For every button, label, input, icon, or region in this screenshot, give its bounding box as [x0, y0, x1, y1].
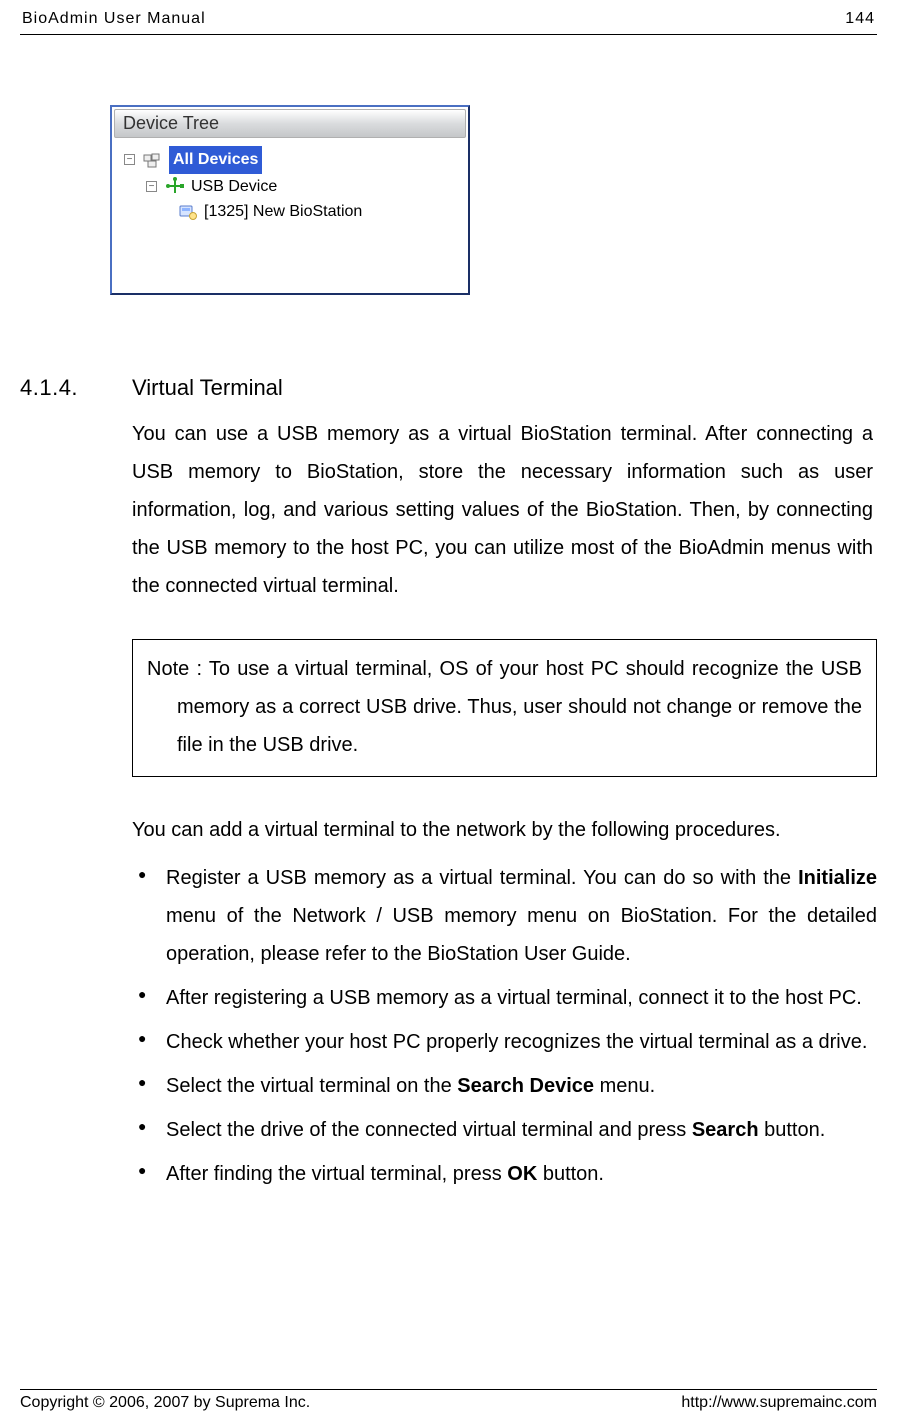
- tree-root-label: All Devices: [169, 146, 262, 174]
- page-number: 144: [845, 10, 875, 28]
- section-heading-row: 4.1.4. Virtual Terminal: [20, 375, 877, 401]
- page-footer: Copyright © 2006, 2007 by Suprema Inc. h…: [20, 1389, 877, 1412]
- procedures-lead: You can add a virtual terminal to the ne…: [132, 811, 873, 849]
- bullet-text: button.: [537, 1163, 604, 1185]
- bullet-text: After registering a USB memory as a virt…: [166, 987, 862, 1009]
- bullet-bold: Search Device: [457, 1075, 594, 1097]
- bullet-bold: Initialize: [798, 867, 877, 889]
- tree-leaf-label: [1325] New BioStation: [204, 199, 362, 225]
- section-intro: You can use a USB memory as a virtual Bi…: [132, 415, 873, 605]
- device-tree-panel: Device Tree − All Devices −: [110, 105, 470, 295]
- tree-root-row[interactable]: − All Devices: [124, 146, 462, 174]
- minus-icon[interactable]: −: [146, 181, 157, 192]
- bullet-bold: Search: [692, 1119, 759, 1141]
- footer-divider: [20, 1389, 877, 1390]
- usb-device-icon: [165, 177, 185, 195]
- section-number: 4.1.4.: [20, 375, 90, 401]
- bullet-text: menu of the Network / USB memory menu on…: [166, 905, 877, 965]
- list-item: Check whether your host PC properly reco…: [132, 1023, 877, 1061]
- minus-icon[interactable]: −: [124, 154, 135, 165]
- tree-usb-label: USB Device: [191, 174, 277, 200]
- footer-copyright: Copyright © 2006, 2007 by Suprema Inc.: [20, 1394, 310, 1412]
- tree-usb-row[interactable]: − USB Device: [124, 174, 462, 200]
- bullet-bold: OK: [507, 1163, 537, 1185]
- section-title: Virtual Terminal: [132, 375, 283, 401]
- bullet-text: Check whether your host PC properly reco…: [166, 1031, 867, 1053]
- list-item: After finding the virtual terminal, pres…: [132, 1155, 877, 1193]
- biostation-icon: [178, 203, 198, 221]
- procedures-list: Register a USB memory as a virtual termi…: [132, 859, 877, 1193]
- footer-url: http://www.supremainc.com: [681, 1394, 877, 1412]
- bullet-text: menu.: [594, 1075, 655, 1097]
- device-tree: − All Devices −: [114, 138, 466, 229]
- header-divider: [20, 34, 877, 35]
- bullet-text: Select the drive of the connected virtua…: [166, 1119, 692, 1141]
- bullet-text: button.: [759, 1119, 826, 1141]
- page-header: BioAdmin User Manual 144: [20, 10, 877, 32]
- note-text: Note : To use a virtual terminal, OS of …: [147, 650, 862, 764]
- note-box: Note : To use a virtual terminal, OS of …: [132, 639, 877, 777]
- bullet-text: After finding the virtual terminal, pres…: [166, 1163, 507, 1185]
- devices-icon: [143, 151, 163, 169]
- doc-title: BioAdmin User Manual: [22, 10, 206, 28]
- tree-leaf-row[interactable]: [1325] New BioStation: [124, 199, 462, 225]
- bullet-text: Register a USB memory as a virtual termi…: [166, 867, 798, 889]
- bullet-text: Select the virtual terminal on the: [166, 1075, 457, 1097]
- list-item: Select the drive of the connected virtua…: [132, 1111, 877, 1149]
- list-item: Select the virtual terminal on the Searc…: [132, 1067, 877, 1105]
- panel-title: Device Tree: [114, 109, 466, 138]
- list-item: After registering a USB memory as a virt…: [132, 979, 877, 1017]
- list-item: Register a USB memory as a virtual termi…: [132, 859, 877, 973]
